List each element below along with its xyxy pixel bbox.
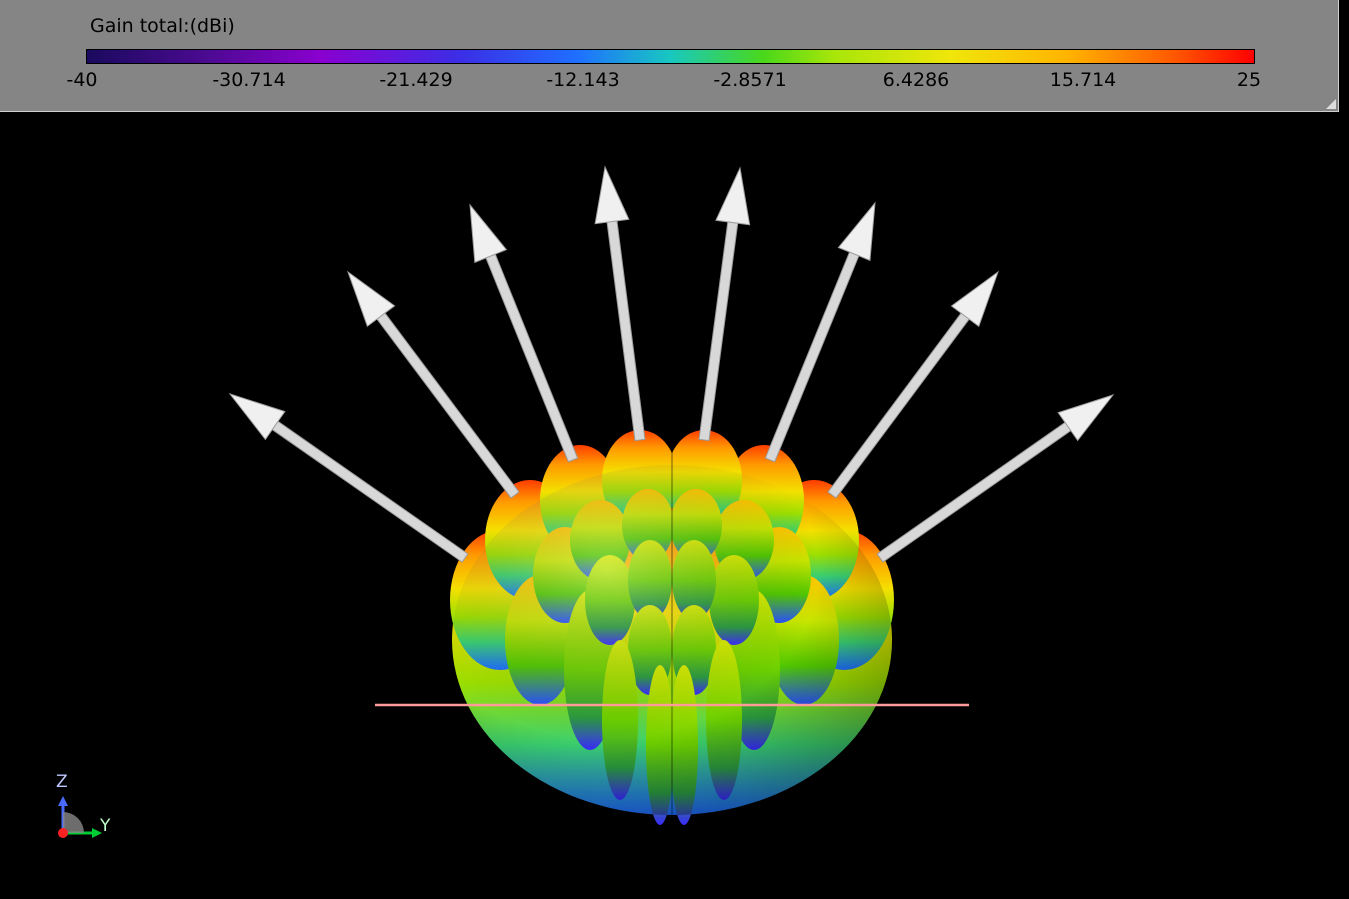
beam-arrow-shaft [485,253,579,463]
beam-arrow-shaft [376,312,520,499]
beam-arrow-shaft [606,220,646,442]
beam-arrow-shaft [271,420,469,563]
axis-triad [58,796,102,838]
beam-arrow-head [715,166,751,226]
z-axis-label: Z [56,772,68,792]
beam-arrow-head [594,165,630,225]
beam-arrow-head [837,201,876,262]
beam-arrow-shaft [698,221,739,442]
beam-arrow-shaft [764,251,860,463]
radiation-pattern-viewport[interactable] [0,0,1349,899]
beam-arrow-head [469,203,508,264]
y-axis-label: Y [100,816,111,836]
beam-arrow-shaft [827,312,970,499]
beam-arrow-shaft [876,421,1072,563]
